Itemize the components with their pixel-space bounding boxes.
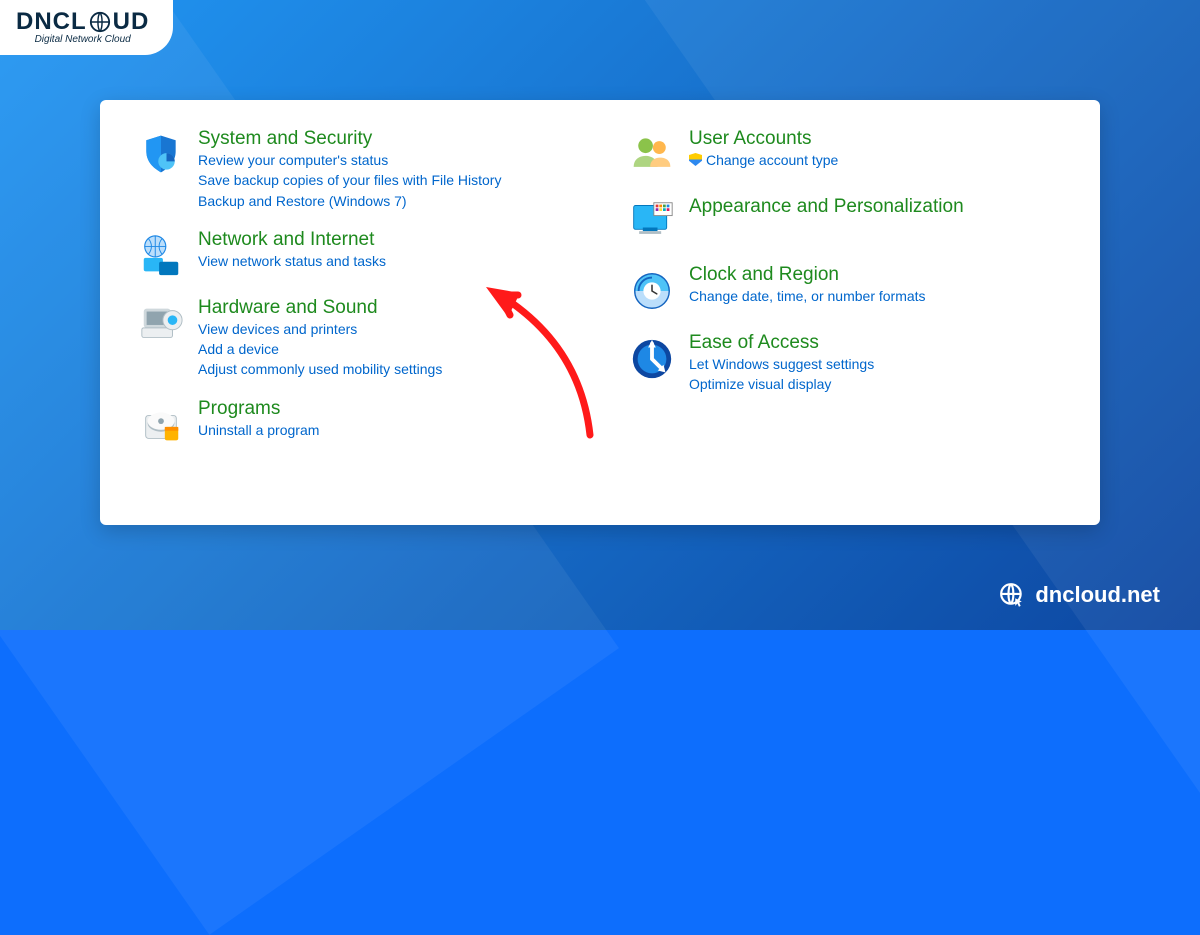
category-link[interactable]: View network status and tasks [198,251,386,271]
category-link[interactable]: Save backup copies of your files with Fi… [198,170,501,190]
category-link[interactable]: Uninstall a program [198,420,319,440]
category-title[interactable]: User Accounts [689,128,838,150]
category-title[interactable]: Programs [198,398,319,420]
footer-link[interactable]: dncloud.net [999,582,1160,608]
category-link[interactable]: Review your computer's status [198,150,501,170]
category-body: Hardware and SoundView devices and print… [198,297,442,380]
category-link[interactable]: Backup and Restore (Windows 7) [198,191,501,211]
category-link[interactable]: View devices and printers [198,319,442,339]
category-body: Ease of AccessLet Windows suggest settin… [689,332,874,395]
category-appearance: Appearance and Personalization [629,196,1080,246]
category-title[interactable]: Hardware and Sound [198,297,442,319]
left-column: System and SecurityReview your computer'… [138,128,589,505]
category-users: User AccountsChange account type [629,128,1080,178]
category-body: System and SecurityReview your computer'… [198,128,501,211]
category-link[interactable]: Let Windows suggest settings [689,354,874,374]
category-body: User AccountsChange account type [689,128,838,178]
users-icon [629,132,675,178]
access-icon [629,336,675,382]
appearance-icon [629,200,675,246]
clock-icon [629,268,675,314]
network-icon [138,233,184,279]
category-link[interactable]: Change date, time, or number formats [689,286,926,306]
category-body: Network and InternetView network status … [198,229,386,279]
brand-text-b: UD [113,8,150,36]
category-link[interactable]: Add a device [198,339,442,359]
category-body: Clock and RegionChange date, time, or nu… [689,264,926,314]
category-clock: Clock and RegionChange date, time, or nu… [629,264,1080,314]
category-programs: ProgramsUninstall a program [138,398,589,448]
category-body: ProgramsUninstall a program [198,398,319,448]
category-link[interactable]: Change account type [689,150,838,170]
category-body: Appearance and Personalization [689,196,964,246]
hardware-icon [138,301,184,347]
category-link[interactable]: Optimize visual display [689,374,874,394]
category-network: Network and InternetView network status … [138,229,589,279]
control-panel-window: System and SecurityReview your computer'… [100,100,1100,525]
category-access: Ease of AccessLet Windows suggest settin… [629,332,1080,395]
brand-text-a: DNCL [16,8,87,36]
right-column: User AccountsChange account type Appearan… [629,128,1080,505]
category-hardware: Hardware and SoundView devices and print… [138,297,589,380]
category-title[interactable]: Ease of Access [689,332,874,354]
globe-cursor-icon [999,582,1025,608]
brand-logo: DNCL UD [16,8,149,36]
category-title[interactable]: Network and Internet [198,229,386,251]
category-title[interactable]: Appearance and Personalization [689,196,964,218]
brand-subtitle: Digital Network Cloud [16,34,149,45]
category-link[interactable]: Adjust commonly used mobility settings [198,359,442,379]
globe-icon [89,11,111,33]
category-title[interactable]: System and Security [198,128,501,150]
brand-badge: DNCL UD Digital Network Cloud [0,0,173,55]
footer-text: dncloud.net [1035,582,1160,608]
category-title[interactable]: Clock and Region [689,264,926,286]
category-shield: System and SecurityReview your computer'… [138,128,589,211]
shield-icon [138,132,184,178]
programs-icon [138,402,184,448]
